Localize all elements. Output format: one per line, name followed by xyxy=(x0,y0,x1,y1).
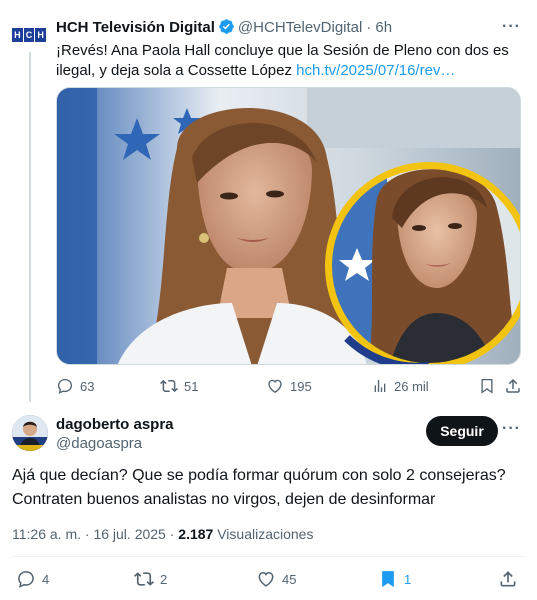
tweet-header: HCH Televisión Digital @HCHTelevDigital · 6… xyxy=(56,18,526,40)
reply-meta: 11:26 a. m. · 16 jul. 2025 · 2.187 Visua… xyxy=(12,524,313,544)
logo-letter: H xyxy=(35,28,47,42)
parent-tweet[interactable]: H C H HCH Televisión Digital @HCHTelevDig… xyxy=(0,0,537,405)
tweet-actions: 63 51 195 26 mil xyxy=(56,376,521,396)
reply-button[interactable]: 4 xyxy=(16,568,49,590)
share-icon xyxy=(500,571,516,587)
views-count: 26 mil xyxy=(394,378,429,394)
share-button[interactable] xyxy=(498,568,518,590)
separator: · xyxy=(366,19,372,36)
reply-icon xyxy=(57,378,73,394)
author-name[interactable]: HCH Televisión Digital xyxy=(56,19,215,36)
like-count: 45 xyxy=(282,571,297,587)
news-photo xyxy=(57,88,520,364)
author-handle[interactable]: @HCHTelevDigital xyxy=(238,19,362,36)
more-options-icon[interactable]: ··· xyxy=(502,18,521,36)
reply-actions: 4 2 45 1 xyxy=(12,568,525,590)
share-icon xyxy=(506,378,520,393)
share-button[interactable] xyxy=(504,376,522,396)
views-label: Visualizaciones xyxy=(213,526,314,542)
like-button[interactable]: 45 xyxy=(256,568,296,590)
avatar-photo xyxy=(12,415,48,451)
repost-count: 2 xyxy=(160,571,168,587)
repost-icon xyxy=(160,379,178,393)
tweet-media-image[interactable] xyxy=(56,87,521,365)
like-button[interactable]: 195 xyxy=(266,376,312,396)
bookmark-filled-icon xyxy=(382,571,394,588)
tweet-text: ¡Revés! Ana Paola Hall concluye que la S… xyxy=(56,41,521,81)
bookmark-button[interactable]: 1 xyxy=(378,568,411,590)
logo-letter: C xyxy=(23,28,35,42)
reply-icon xyxy=(18,571,34,588)
bookmark-icon xyxy=(481,378,493,394)
reply-count: 4 xyxy=(42,571,50,587)
more-options-icon[interactable]: ··· xyxy=(502,420,521,438)
reply-author-handle[interactable]: @dagoaspra xyxy=(56,435,142,453)
verified-badge-icon xyxy=(219,19,234,34)
views-number: 2.187 xyxy=(178,526,214,542)
like-count: 195 xyxy=(290,378,312,394)
bookmark-count: 1 xyxy=(404,571,412,587)
reply-button[interactable]: 63 xyxy=(56,376,94,396)
thread-line xyxy=(29,52,31,402)
divider xyxy=(12,556,525,557)
reply-author-name[interactable]: dagoberto aspra xyxy=(56,416,174,434)
bookmark-button[interactable] xyxy=(478,376,496,396)
logo-letter: H xyxy=(12,28,23,42)
repost-icon xyxy=(134,572,154,586)
reply-timestamp[interactable]: 11:26 a. m. · 16 jul. 2025 · xyxy=(12,526,178,542)
heart-icon xyxy=(258,571,274,587)
repost-button[interactable]: 51 xyxy=(160,376,198,396)
repost-count: 51 xyxy=(184,378,199,394)
hch-logo-avatar[interactable]: H C H xyxy=(12,28,47,42)
tweet-link[interactable]: hch.tv/2025/07/16/rev… xyxy=(296,62,455,79)
heart-icon xyxy=(268,379,282,394)
reply-text: Ajá que decían? Que se podía formar quór… xyxy=(12,467,506,508)
avatar[interactable] xyxy=(12,415,48,451)
repost-button[interactable]: 2 xyxy=(134,568,167,590)
follow-button[interactable]: Seguir xyxy=(426,416,498,446)
tweet-time[interactable]: 6h xyxy=(375,19,392,36)
views-chart-icon xyxy=(374,380,386,392)
reply-count: 63 xyxy=(80,378,95,394)
views-button[interactable]: 26 mil xyxy=(372,376,429,396)
